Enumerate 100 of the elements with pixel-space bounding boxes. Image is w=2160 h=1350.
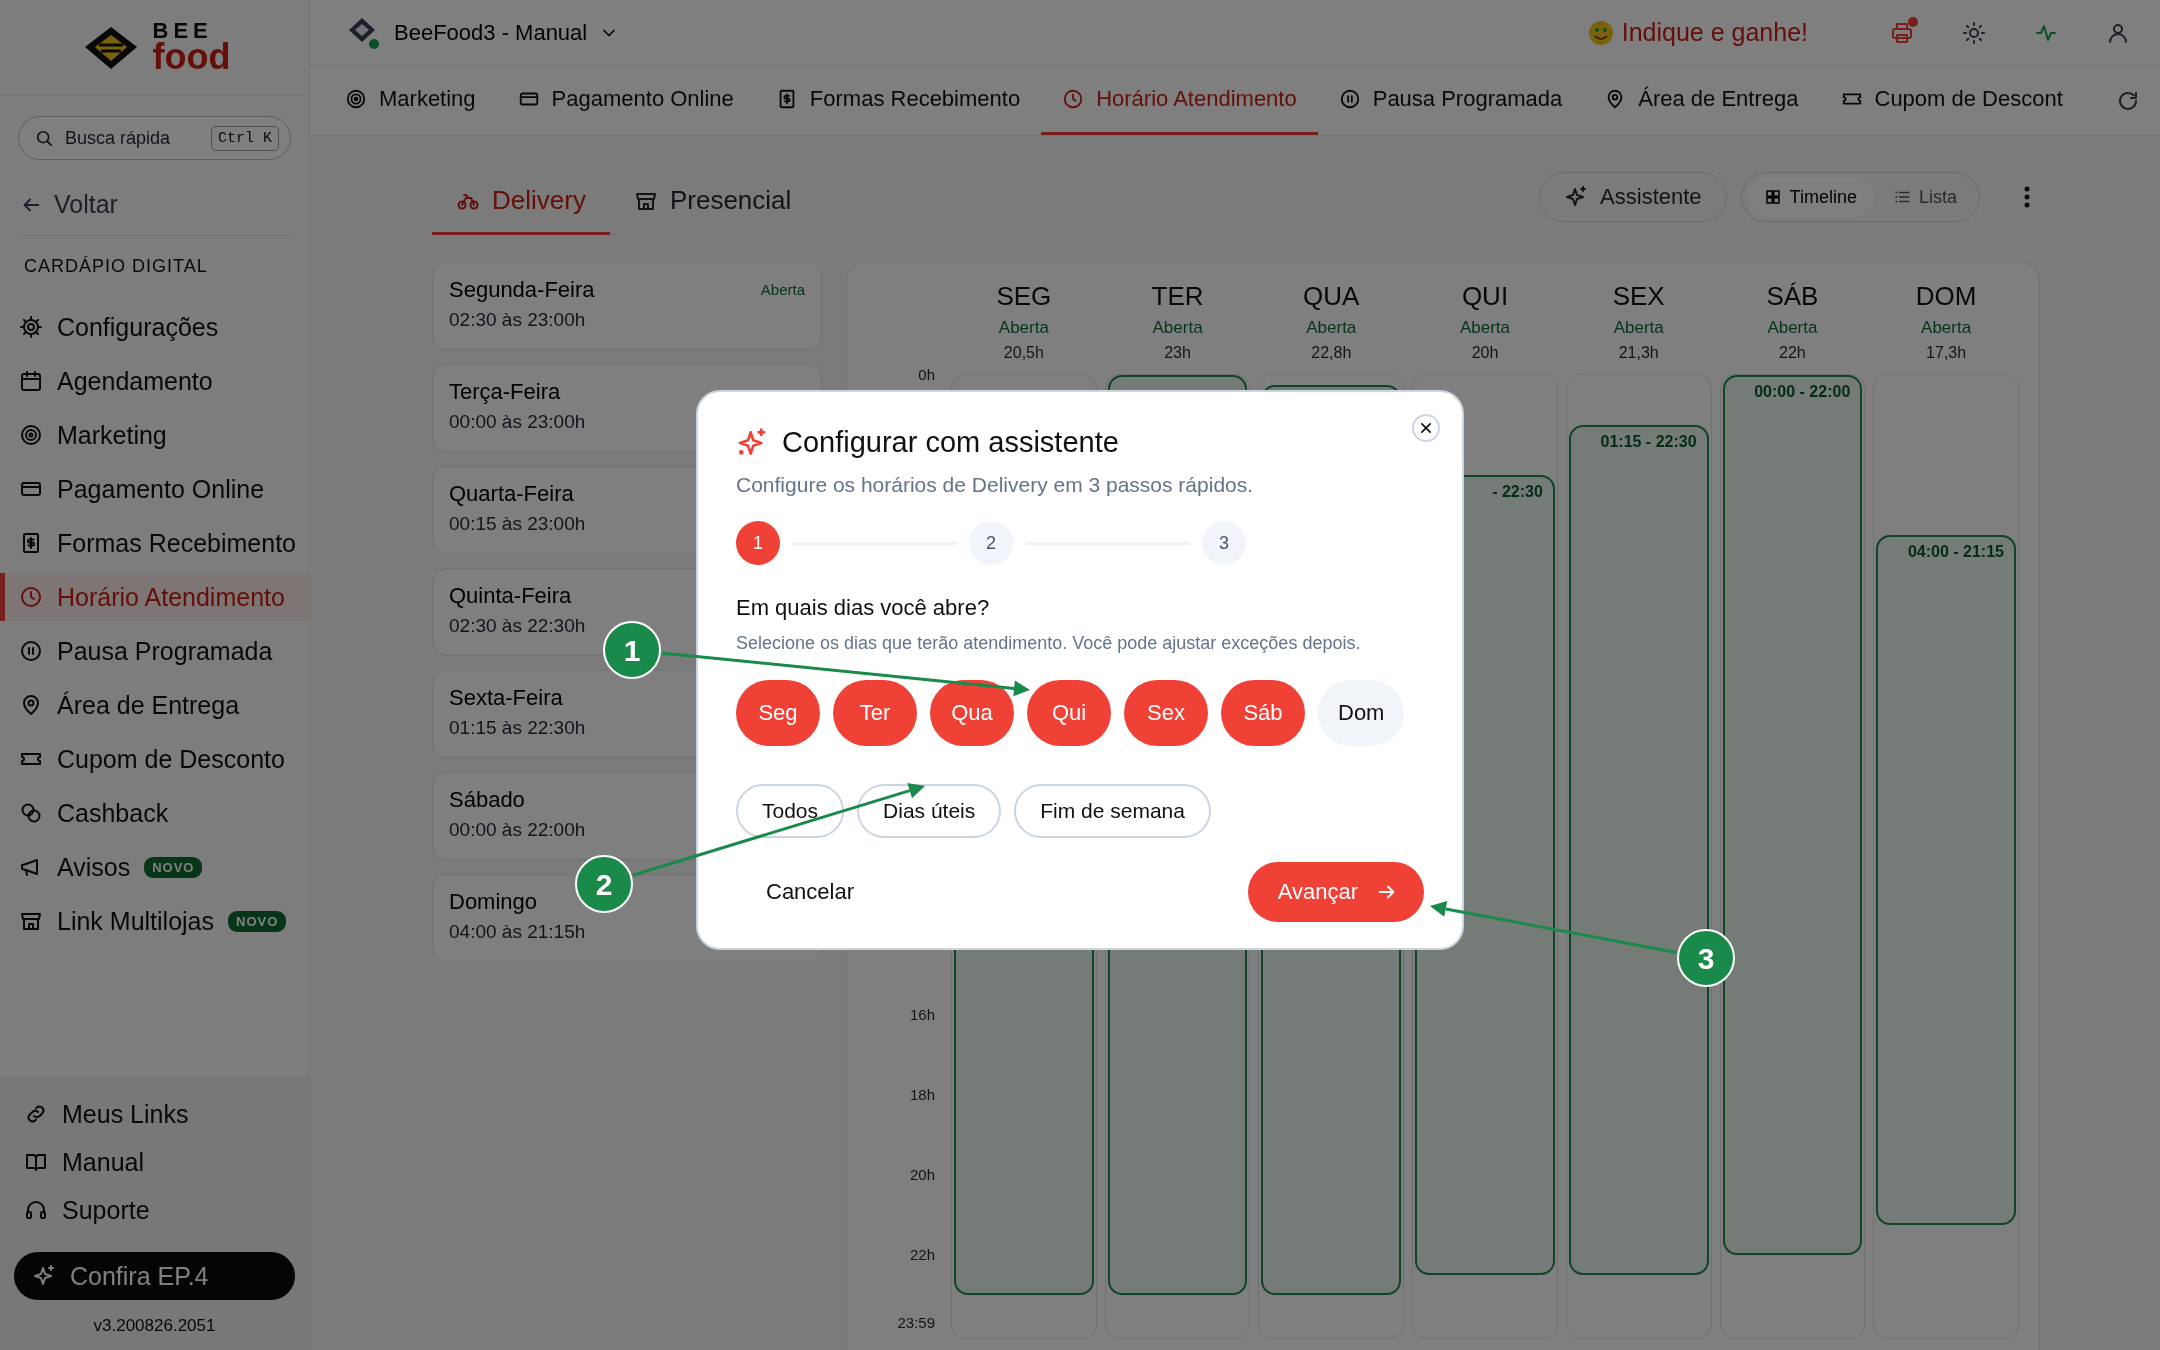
sidebar-item[interactable]: Agendamento xyxy=(0,357,309,405)
day-toggle[interactable]: Sáb xyxy=(1221,680,1305,746)
back-link[interactable]: Voltar xyxy=(14,186,295,223)
status-label: Aberta xyxy=(1459,318,1511,338)
sparkle-icon xyxy=(32,1264,56,1288)
step-indicator: 2 xyxy=(969,521,1013,565)
store-selector[interactable]: BeeFood3 - Manual xyxy=(346,14,620,51)
sidebar-item[interactable]: Avisos NOVO xyxy=(0,843,309,891)
sidebar-item[interactable]: Área de Entrega xyxy=(0,681,309,729)
hour-label: 20h xyxy=(909,1165,935,1183)
hours-total: 22,8h xyxy=(1311,344,1352,362)
sidebar-item[interactable]: Configurações xyxy=(0,303,309,351)
nav-tab[interactable]: Marketing xyxy=(324,66,497,135)
day-toggle[interactable]: Sex xyxy=(1124,680,1208,746)
headset-icon xyxy=(24,1198,48,1222)
day-hours: 04:00 às 21:15h xyxy=(449,921,586,943)
day-hours: 01:15 às 22:30h xyxy=(449,717,586,739)
referral-link[interactable]: Indique e ganhe! xyxy=(1587,18,1808,47)
status-label: Aberta xyxy=(1306,318,1357,338)
day-heading: DOM xyxy=(1915,281,1977,312)
target-icon xyxy=(345,88,367,110)
callout-number: 1 xyxy=(603,621,661,679)
hour-label: 18h xyxy=(909,1085,935,1103)
hours-total: 22h xyxy=(1779,344,1806,362)
pause-icon xyxy=(19,639,43,663)
sun-icon xyxy=(1962,20,1986,45)
section-heading: CARDÁPIO DIGITAL xyxy=(24,256,209,277)
gear-icon xyxy=(19,315,43,339)
footer-link[interactable]: Manual xyxy=(14,1142,295,1182)
status-label: Aberta xyxy=(1767,318,1818,338)
promo-button[interactable]: Confira EP.4 xyxy=(14,1252,295,1300)
preset-button[interactable]: Todos xyxy=(736,784,845,838)
mode-tab[interactable]: Delivery xyxy=(432,185,610,235)
day-name: Sexta-Feira xyxy=(449,685,563,711)
sidebar-item[interactable]: Horário Atendimento xyxy=(0,573,309,621)
day-heading: TER xyxy=(1151,281,1204,312)
status-label: Aberta xyxy=(760,280,805,300)
day-heading: QUI xyxy=(1461,281,1509,312)
assistant-button[interactable]: Assistente xyxy=(1539,172,1727,222)
nav-tab[interactable]: Horário Atendimento xyxy=(1041,66,1318,135)
day-heading: SEX xyxy=(1612,281,1665,312)
next-button[interactable]: Avançar xyxy=(1247,862,1424,922)
pause-icon xyxy=(1338,88,1361,110)
link-icon xyxy=(24,1102,48,1126)
status-label: Aberta xyxy=(998,318,1049,338)
sidebar-item[interactable]: Marketing xyxy=(0,411,309,459)
nav-tab[interactable]: Cupom de Descont xyxy=(1819,66,2063,135)
sparkle-icon xyxy=(1564,185,1589,209)
footer-link[interactable]: Suporte xyxy=(14,1190,295,1230)
version-text: v3.200826.2051 xyxy=(93,1316,216,1336)
nav-tab[interactable]: Área de Entrega xyxy=(1583,66,1820,135)
nav-tab[interactable]: Pagamento Online xyxy=(496,66,755,135)
hour-label: 23:59 xyxy=(897,1313,935,1331)
nav-tab[interactable]: Pausa Programada xyxy=(1317,66,1584,135)
step-indicator: 3 xyxy=(1202,521,1246,565)
day-hours: 02:30 às 22:30h xyxy=(449,615,586,637)
logo-text: BEE xyxy=(152,21,213,42)
close-button[interactable] xyxy=(1412,414,1440,442)
view-option[interactable]: Lista xyxy=(1874,177,1975,217)
day-toggle[interactable]: Dom xyxy=(1318,680,1405,746)
grid-icon xyxy=(1763,188,1782,206)
day-name: Segunda-Feira xyxy=(449,277,595,303)
sidebar-item[interactable]: Pausa Programada xyxy=(0,627,309,675)
day-toggle[interactable]: Qua xyxy=(930,680,1014,746)
day-toggle[interactable]: Seg xyxy=(736,680,820,746)
day-name: Terça-Feira xyxy=(449,379,561,405)
footer-link[interactable]: Meus Links xyxy=(14,1094,295,1134)
mode-tab[interactable]: Presencial xyxy=(609,185,816,235)
preset-button[interactable]: Fim de semana xyxy=(1014,784,1211,838)
sidebar-item[interactable]: Link Multilojas NOVO xyxy=(0,897,309,945)
day-toggle[interactable]: Qui xyxy=(1027,680,1111,746)
hour-label: 16h xyxy=(909,1005,935,1023)
target-icon xyxy=(19,423,43,447)
hours-total: 20,5h xyxy=(1003,344,1044,362)
step-indicator: 1 xyxy=(736,521,780,565)
open-interval[interactable]: 04:00 - 21:15 xyxy=(1876,535,2016,1225)
sidebar-item[interactable]: Pagamento Online xyxy=(0,465,309,513)
day-name: Quinta-Feira xyxy=(449,583,572,609)
day-name: Quarta-Feira xyxy=(449,481,574,507)
day-hours: 00:00 às 22:00h xyxy=(449,819,586,841)
view-option[interactable]: Timeline xyxy=(1745,177,1875,217)
emoji-icon xyxy=(1587,19,1614,46)
logo-text: food xyxy=(152,41,231,74)
hours-total: 23h xyxy=(1164,344,1191,362)
sidebar-item[interactable]: Cupom de Desconto xyxy=(0,735,309,783)
sidebar-item[interactable]: Formas Recebimento xyxy=(0,519,309,567)
status-label: Aberta xyxy=(1613,318,1664,338)
day-heading: SEG xyxy=(996,281,1052,312)
nav-tab[interactable]: Formas Recebimento xyxy=(754,66,1042,135)
day-card[interactable]: Segunda-Feira Aberta 02:30 às 23:00h xyxy=(432,262,822,350)
day-name: Domingo xyxy=(449,889,538,915)
day-toggle[interactable]: Ter xyxy=(833,680,917,746)
open-interval[interactable]: 00:00 - 22:00 xyxy=(1722,375,1863,1255)
day-hours: 02:30 às 23:00h xyxy=(449,309,586,331)
calendar-icon xyxy=(19,369,43,393)
shortcut-hint: Ctrl K xyxy=(211,126,279,151)
hour-label: 0h xyxy=(918,365,935,383)
hours-total: 20h xyxy=(1471,344,1499,362)
sidebar-item[interactable]: Cashback xyxy=(0,789,309,837)
callout-number: 2 xyxy=(575,855,633,913)
